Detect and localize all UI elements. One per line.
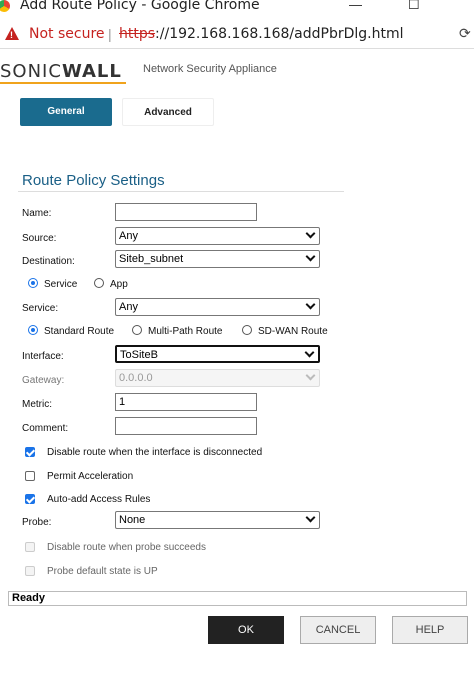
title-bar: Add Route Policy - Google Chrome — ☐ bbox=[0, 0, 474, 18]
address-bar[interactable]: ! Not secure | https://192.168.168.168/a… bbox=[0, 21, 474, 49]
disable-route-probe-checkbox bbox=[25, 542, 35, 552]
disable-route-probe-label: Disable route when probe succeeds bbox=[47, 542, 206, 553]
app-radio-label[interactable]: App bbox=[110, 279, 128, 290]
tab-general[interactable]: General bbox=[20, 98, 112, 126]
not-secure-label[interactable]: Not secure bbox=[29, 26, 105, 42]
sdwan-route-radio[interactable] bbox=[242, 325, 252, 335]
interface-label: Interface: bbox=[22, 351, 64, 362]
maximize-button[interactable]: ☐ bbox=[408, 0, 420, 13]
url-rest: ://192.168.168.168/addPbrDlg.html bbox=[155, 26, 404, 42]
service-radio[interactable] bbox=[28, 278, 38, 288]
address-separator: | bbox=[108, 26, 112, 42]
sonicwall-logo: SONICWALL bbox=[0, 61, 126, 84]
probe-value: None bbox=[119, 514, 146, 526]
multipath-route-radio[interactable] bbox=[132, 325, 142, 335]
comment-label: Comment: bbox=[22, 423, 69, 434]
section-divider bbox=[18, 191, 344, 192]
app-radio[interactable] bbox=[94, 278, 104, 288]
source-label: Source: bbox=[22, 233, 57, 244]
gateway-value: 0.0.0.0 bbox=[119, 372, 153, 384]
status-bar: Ready bbox=[8, 591, 467, 606]
service-select[interactable]: Any bbox=[115, 298, 320, 316]
sdwan-route-label[interactable]: SD-WAN Route bbox=[258, 326, 328, 337]
section-title: Route Policy Settings bbox=[22, 172, 165, 189]
chevron-down-icon bbox=[305, 251, 316, 262]
chrome-icon bbox=[0, 0, 10, 12]
gateway-select: 0.0.0.0 bbox=[115, 369, 320, 387]
gateway-label: Gateway: bbox=[22, 375, 65, 386]
probe-select[interactable]: None bbox=[115, 511, 320, 529]
service-value: Any bbox=[119, 301, 138, 313]
minimize-button[interactable]: — bbox=[349, 0, 362, 12]
warning-icon-mark: ! bbox=[10, 30, 13, 40]
interface-value: ToSiteB bbox=[120, 349, 158, 361]
tab-advanced[interactable]: Advanced bbox=[122, 98, 214, 126]
chevron-down-icon bbox=[305, 512, 316, 523]
brand-sonic: SONIC bbox=[0, 61, 62, 82]
url-text[interactable]: https://192.168.168.168/addPbrDlg.html bbox=[119, 26, 404, 42]
ok-button[interactable]: OK bbox=[208, 616, 284, 644]
service-label: Service: bbox=[22, 303, 59, 314]
probe-default-up-label: Probe default state is UP bbox=[47, 566, 158, 577]
source-select[interactable]: Any bbox=[115, 227, 320, 245]
probe-label: Probe: bbox=[22, 517, 52, 528]
metric-label: Metric: bbox=[22, 399, 52, 410]
permit-acceleration-label[interactable]: Permit Acceleration bbox=[47, 471, 133, 482]
metric-input[interactable]: 1 bbox=[115, 393, 257, 411]
window-title: Add Route Policy - Google Chrome bbox=[20, 0, 260, 13]
destination-label: Destination: bbox=[22, 256, 75, 267]
auto-add-access-rules-label[interactable]: Auto-add Access Rules bbox=[47, 494, 150, 505]
chevron-down-icon bbox=[304, 347, 315, 358]
standard-route-label[interactable]: Standard Route bbox=[44, 326, 114, 337]
multipath-route-label[interactable]: Multi-Path Route bbox=[148, 326, 222, 337]
disable-route-disconnected-checkbox[interactable] bbox=[25, 447, 35, 457]
help-button[interactable]: HELP bbox=[392, 616, 468, 644]
name-input[interactable] bbox=[115, 203, 257, 221]
name-label: Name: bbox=[22, 208, 52, 219]
destination-value: Siteb_subnet bbox=[119, 253, 184, 265]
source-value: Any bbox=[119, 230, 138, 242]
brand-wall: WALL bbox=[61, 61, 122, 82]
permit-acceleration-checkbox[interactable] bbox=[25, 471, 35, 481]
interface-select[interactable]: ToSiteB bbox=[115, 345, 320, 363]
cancel-button[interactable]: CANCEL bbox=[300, 616, 376, 644]
service-radio-label[interactable]: Service bbox=[44, 279, 77, 290]
destination-select[interactable]: Siteb_subnet bbox=[115, 250, 320, 268]
appliance-subtitle: Network Security Appliance bbox=[143, 63, 277, 75]
chevron-down-icon bbox=[305, 299, 316, 310]
chevron-down-icon bbox=[305, 370, 316, 381]
auto-add-access-rules-checkbox[interactable] bbox=[25, 494, 35, 504]
reload-icon[interactable]: ⟳ bbox=[459, 25, 471, 42]
url-scheme: https bbox=[119, 26, 156, 42]
standard-route-radio[interactable] bbox=[28, 325, 38, 335]
chevron-down-icon bbox=[305, 228, 316, 239]
disable-route-disconnected-label[interactable]: Disable route when the interface is disc… bbox=[47, 447, 262, 458]
probe-default-up-checkbox bbox=[25, 566, 35, 576]
brand-underline bbox=[0, 82, 126, 84]
comment-input[interactable] bbox=[115, 417, 257, 435]
